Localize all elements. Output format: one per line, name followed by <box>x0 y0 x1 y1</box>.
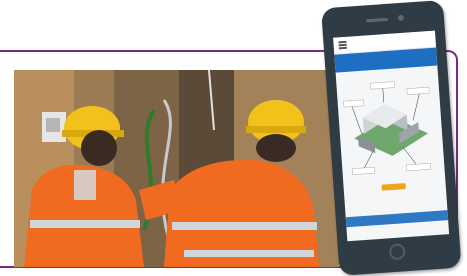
workers-photo-illustration <box>14 70 339 267</box>
home-button[interactable] <box>388 243 406 261</box>
screen-cta-button[interactable] <box>381 183 406 191</box>
smartphone <box>321 0 462 276</box>
phone-camera <box>397 14 405 22</box>
screen-footer-bar <box>345 210 449 228</box>
house-diagram-illustration <box>339 70 442 183</box>
phone-screen <box>333 30 450 242</box>
menu-icon[interactable] <box>338 40 347 49</box>
workers-photo <box>14 70 339 267</box>
phone-speaker <box>365 17 389 23</box>
